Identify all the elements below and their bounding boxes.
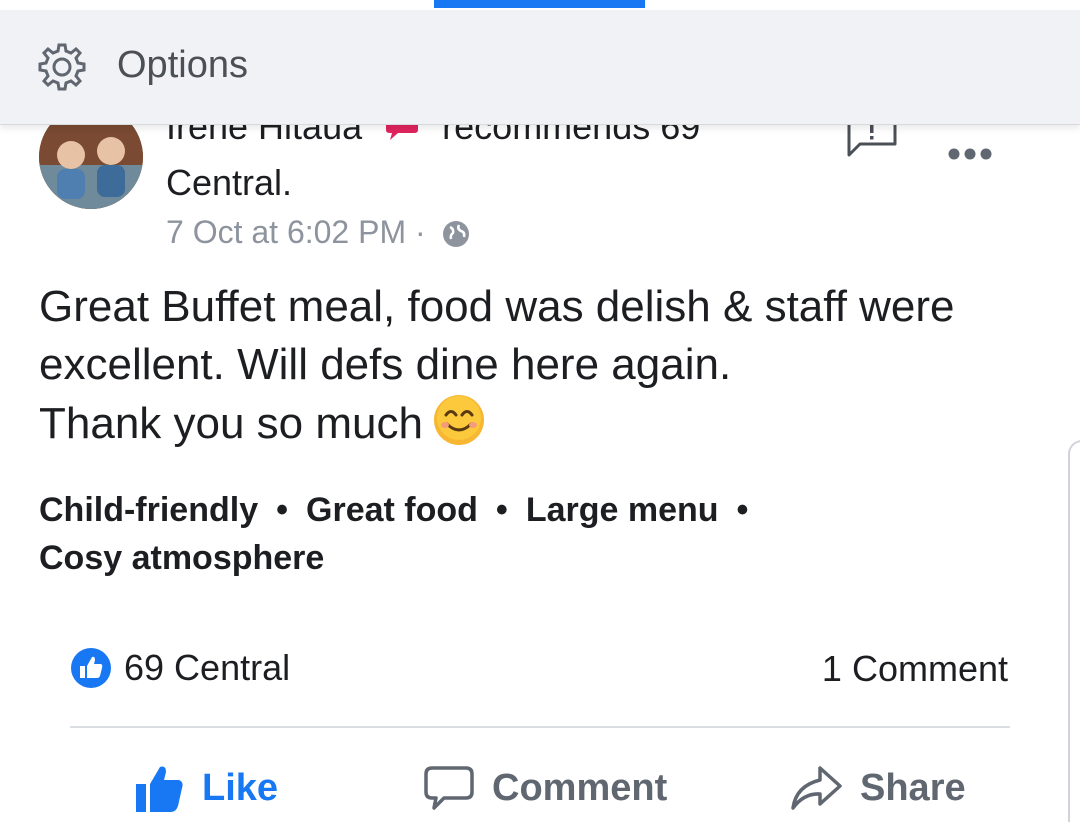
divider	[70, 726, 1010, 728]
options-bar[interactable]: Options	[0, 10, 1080, 125]
share-label: Share	[860, 766, 966, 809]
tag-separator: •	[736, 491, 749, 529]
adjacent-card-edge	[1068, 440, 1080, 822]
more-options-icon[interactable]	[946, 145, 994, 163]
timestamp-text: 7 Oct at 6:02 PM ·	[166, 214, 426, 250]
like-label: Like	[202, 766, 279, 809]
tag: Cosy atmosphere	[39, 539, 325, 577]
comment-label: Comment	[492, 766, 668, 809]
tag: Large menu	[525, 491, 719, 529]
like-badge-icon	[71, 648, 111, 688]
body-line: Great Buffet meal, food was delish & sta…	[39, 282, 955, 331]
thumbs-up-icon	[136, 766, 183, 812]
post-timestamp[interactable]: 7 Oct at 6:02 PM ·	[166, 214, 471, 251]
options-label: Options	[117, 44, 248, 86]
comment-icon	[424, 766, 474, 810]
comment-count[interactable]: 1 Comment	[822, 648, 1008, 690]
tag: Child-friendly	[39, 491, 259, 529]
smiling-face-emoji-icon	[433, 395, 484, 445]
recommendation-tags: Child-friendly • Great food • Large menu • Co…	[39, 486, 1039, 582]
page-name[interactable]: Central.	[166, 162, 292, 204]
gear-icon	[38, 43, 86, 91]
share-icon	[791, 766, 842, 810]
tag-separator: •	[276, 491, 289, 529]
like-count[interactable]: 69 Central	[70, 646, 290, 690]
body-line: excellent. Will defs dine here again.	[39, 340, 732, 389]
globe-icon	[442, 221, 469, 247]
like-count-text: 69 Central	[124, 647, 291, 688]
tag: Great food	[306, 491, 478, 529]
post-body: Great Buffet meal, food was delish & sta…	[39, 278, 1039, 453]
body-line-with-emoji: Thank you so much	[39, 394, 1039, 453]
body-line: Thank you so much	[39, 399, 423, 448]
tag-separator: •	[495, 491, 508, 529]
